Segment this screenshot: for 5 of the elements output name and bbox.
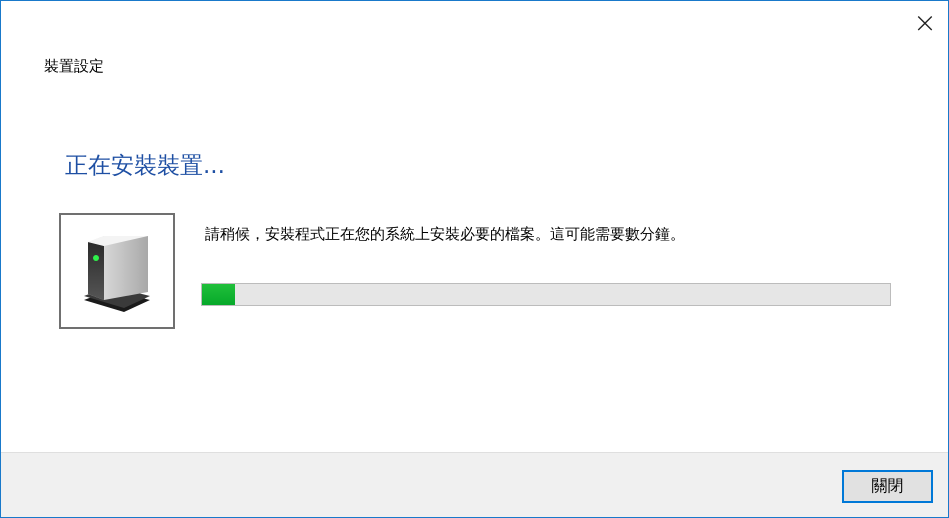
close-button[interactable]: × xyxy=(902,1,948,45)
status-message: 請稍候，安裝程式正在您的系統上安裝必要的檔案。這可能需要數分鐘。 xyxy=(205,225,686,244)
window-title: 裝置設定 xyxy=(44,57,105,76)
close-button[interactable]: 關閉 xyxy=(842,470,933,502)
heading: 正在安裝裝置... xyxy=(65,152,226,181)
